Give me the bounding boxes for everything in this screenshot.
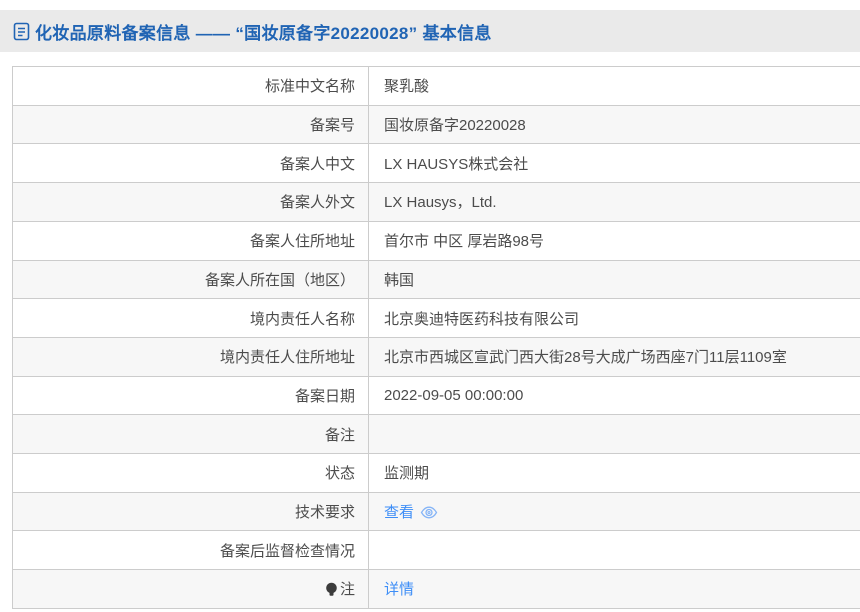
table-row: 备案后监督检查情况 bbox=[13, 531, 860, 570]
row-value: 韩国 bbox=[369, 261, 860, 299]
row-label: 备案人住所地址 bbox=[13, 222, 369, 260]
row-label: 技术要求 bbox=[13, 493, 369, 531]
row-value: LX Hausys，Ltd. bbox=[369, 183, 860, 221]
row-label: 状态 bbox=[13, 454, 369, 492]
eye-icon[interactable] bbox=[420, 506, 438, 519]
row-label: 备案人所在国（地区） bbox=[13, 261, 369, 299]
table-row: 备案日期 2022-09-05 00:00:00 bbox=[13, 377, 860, 416]
row-value: 北京市西城区宣武门西大街28号大成广场西座7门11层1109室 bbox=[369, 338, 860, 376]
table-row: 注 详情 bbox=[13, 570, 860, 609]
row-label-text: 状态 bbox=[325, 462, 355, 483]
row-label: 境内责任人住所地址 bbox=[13, 338, 369, 376]
row-value: LX HAUSYS株式会社 bbox=[369, 144, 860, 182]
table-row: 境内责任人名称 北京奥迪特医药科技有限公司 bbox=[13, 299, 860, 338]
page-header: 化妆品原料备案信息 —— “国妆原备字20220028” 基本信息 bbox=[0, 10, 860, 52]
row-label-text: 备案号 bbox=[310, 114, 355, 135]
row-label-text: 备注 bbox=[325, 424, 355, 445]
table-row: 备案号 国妆原备字20220028 bbox=[13, 106, 860, 145]
table-row: 备案人外文 LX Hausys，Ltd. bbox=[13, 183, 860, 222]
row-label: 注 bbox=[13, 570, 369, 608]
row-value-text: 韩国 bbox=[384, 269, 414, 290]
document-icon bbox=[13, 22, 30, 41]
row-label-text: 备案人中文 bbox=[280, 153, 355, 174]
table-row: 标准中文名称 聚乳酸 bbox=[13, 67, 860, 106]
row-label: 备案人外文 bbox=[13, 183, 369, 221]
row-value-text: 北京市西城区宣武门西大街28号大成广场西座7门11层1109室 bbox=[384, 346, 787, 367]
row-label-text: 备案人外文 bbox=[280, 191, 355, 212]
table-row: 备案人所在国（地区） 韩国 bbox=[13, 261, 860, 300]
table-row: 技术要求 查看 bbox=[13, 493, 860, 532]
row-value-link[interactable]: 查看 bbox=[384, 501, 414, 522]
table-row: 状态 监测期 bbox=[13, 454, 860, 493]
row-value: 国妆原备字20220028 bbox=[369, 106, 860, 144]
row-value bbox=[369, 531, 860, 569]
row-value: 监测期 bbox=[369, 454, 860, 492]
row-value: 北京奥迪特医药科技有限公司 bbox=[369, 299, 860, 337]
row-label: 标准中文名称 bbox=[13, 67, 369, 105]
row-value-text: 北京奥迪特医药科技有限公司 bbox=[384, 308, 579, 329]
row-label-text: 备案后监督检查情况 bbox=[220, 540, 355, 561]
row-value-text: 2022-09-05 00:00:00 bbox=[384, 387, 523, 404]
table-row: 备注 bbox=[13, 415, 860, 454]
row-label: 备案后监督检查情况 bbox=[13, 531, 369, 569]
row-value-link[interactable]: 详情 bbox=[384, 578, 414, 599]
table-row: 境内责任人住所地址 北京市西城区宣武门西大街28号大成广场西座7门11层1109室 bbox=[13, 338, 860, 377]
row-value-text: 监测期 bbox=[384, 462, 429, 483]
row-value bbox=[369, 415, 860, 453]
row-label: 备案日期 bbox=[13, 377, 369, 415]
row-value: 查看 bbox=[369, 493, 860, 531]
row-label-text: 备案日期 bbox=[295, 385, 355, 406]
page-title: 化妆品原料备案信息 —— “国妆原备字20220028” 基本信息 bbox=[35, 19, 492, 44]
row-value: 聚乳酸 bbox=[369, 67, 860, 105]
row-value: 详情 bbox=[369, 570, 860, 608]
row-value-text: 聚乳酸 bbox=[384, 75, 429, 96]
row-value: 首尔市 中区 厚岩路98号 bbox=[369, 222, 860, 260]
row-value-text: 首尔市 中区 厚岩路98号 bbox=[384, 230, 544, 251]
row-label-text: 境内责任人名称 bbox=[250, 308, 355, 329]
row-label-text: 技术要求 bbox=[295, 501, 355, 522]
row-label-text: 备案人所在国（地区） bbox=[205, 269, 355, 290]
row-value-text: LX Hausys，Ltd. bbox=[384, 191, 497, 212]
row-value: 2022-09-05 00:00:00 bbox=[369, 377, 860, 415]
table-row: 备案人住所地址 首尔市 中区 厚岩路98号 bbox=[13, 222, 860, 261]
row-label-text: 注 bbox=[340, 578, 355, 599]
table-row: 备案人中文 LX HAUSYS株式会社 bbox=[13, 144, 860, 183]
row-label: 境内责任人名称 bbox=[13, 299, 369, 337]
row-value-text: 国妆原备字20220028 bbox=[384, 114, 526, 135]
row-label-text: 备案人住所地址 bbox=[250, 230, 355, 251]
row-label-text: 境内责任人住所地址 bbox=[220, 346, 355, 367]
bulb-icon bbox=[325, 582, 338, 598]
row-label: 备案人中文 bbox=[13, 144, 369, 182]
row-value-text: LX HAUSYS株式会社 bbox=[384, 153, 528, 174]
row-label: 备注 bbox=[13, 415, 369, 453]
info-table: 标准中文名称 聚乳酸备案号 国妆原备字20220028 备案人中文 LX HAUSYS株… bbox=[12, 66, 860, 609]
row-label-text: 标准中文名称 bbox=[265, 75, 355, 96]
row-label: 备案号 bbox=[13, 106, 369, 144]
